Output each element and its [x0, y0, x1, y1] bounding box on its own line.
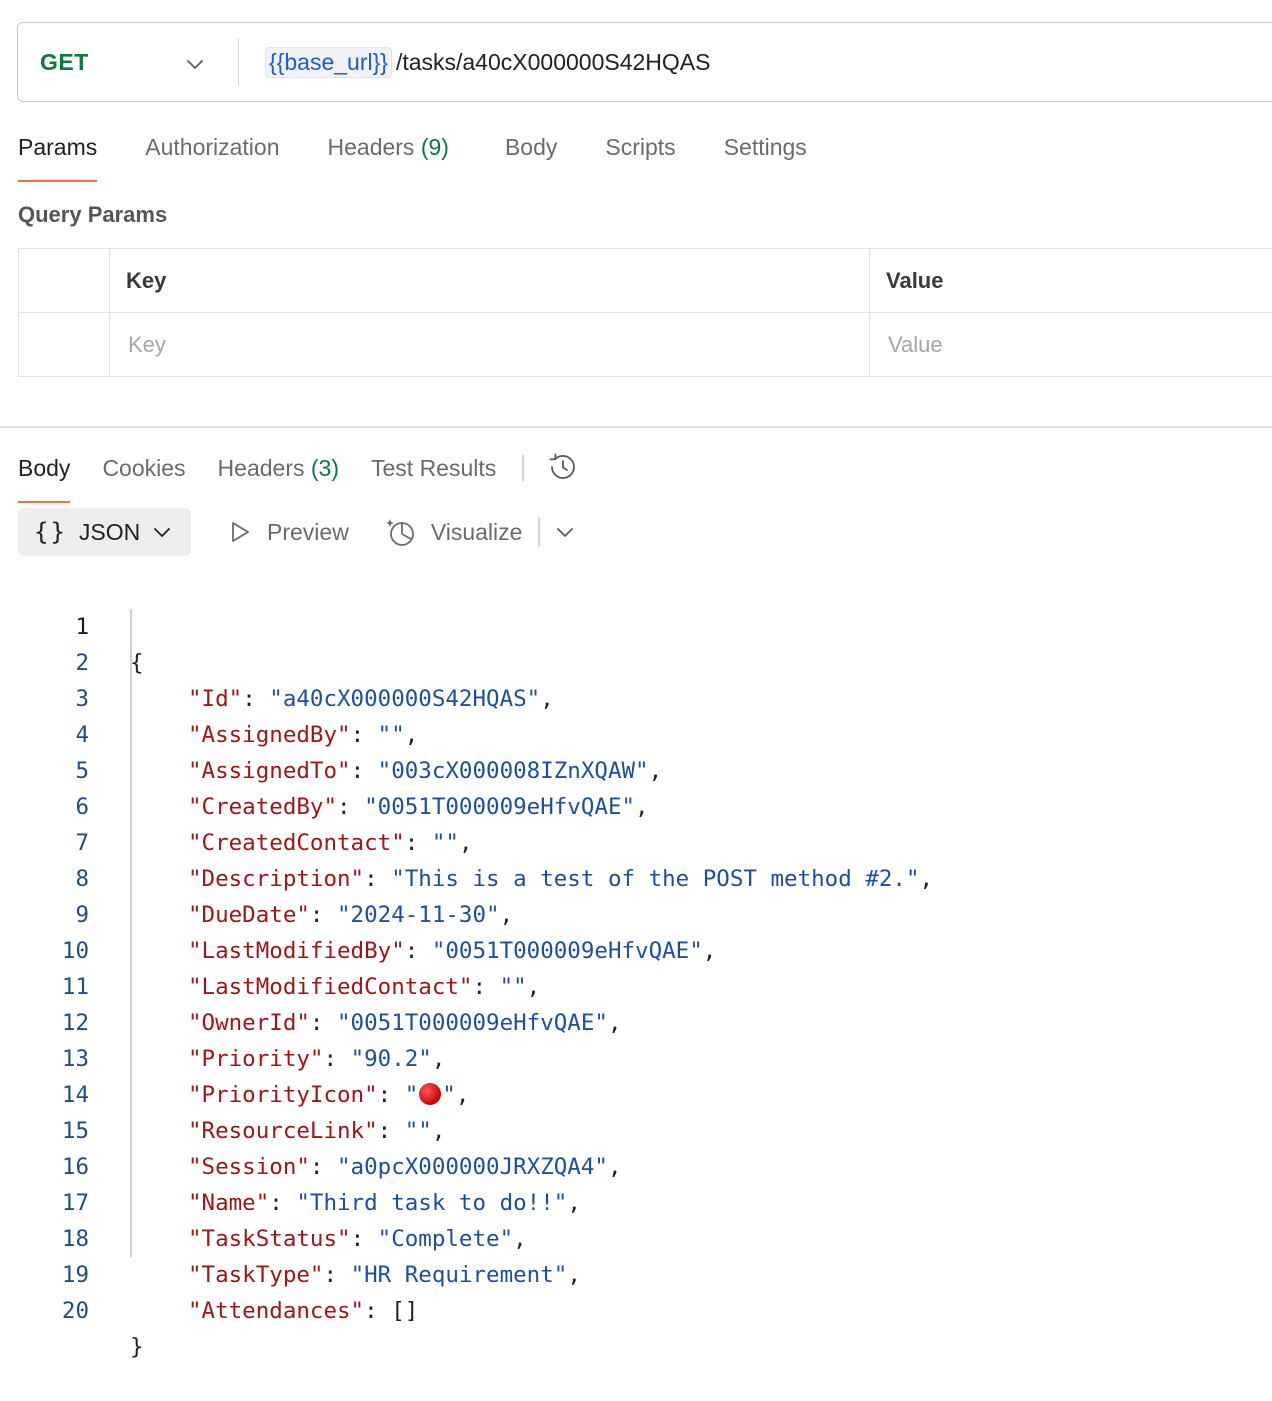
- json-value: []: [391, 1298, 418, 1324]
- tab-scripts[interactable]: Scripts: [605, 134, 675, 184]
- tab-label: Body: [18, 455, 70, 481]
- code-line: 19 "Attendances": []: [0, 1221, 1272, 1257]
- history-icon[interactable]: [546, 450, 580, 484]
- table-header-row: Key Value: [19, 249, 1272, 313]
- key-column-header: Key: [110, 249, 870, 313]
- code-line: 9 "LastModifiedBy": "0051T000009eHfvQAE"…: [0, 861, 1272, 897]
- value-column-header: Value: [870, 249, 1272, 313]
- code-line: 5 "CreatedBy": "0051T000009eHfvQAE",: [0, 717, 1272, 753]
- tab-count: (9): [421, 134, 449, 160]
- chevron-down-icon[interactable]: [554, 521, 576, 543]
- tab-label: Scripts: [605, 134, 675, 160]
- tab-label: Authorization: [145, 134, 279, 160]
- panel-divider[interactable]: [0, 426, 1272, 428]
- code-line: 12 "Priority": "90.2",: [0, 969, 1272, 1005]
- code-line: 13 "PriorityIcon": "",: [0, 1005, 1272, 1041]
- chevron-down-icon: [152, 522, 172, 542]
- url-input[interactable]: {{base_url}} /tasks/a40cX000000S42HQAS: [239, 47, 711, 78]
- request-tabs: Params Authorization Headers (9) Body Sc…: [18, 134, 855, 184]
- code-line: 1 {: [0, 573, 1272, 609]
- tab-label: Cookies: [102, 455, 185, 481]
- json-key: "Attendances": [188, 1298, 364, 1324]
- url-path: /tasks/a40cX000000S42HQAS: [396, 49, 711, 76]
- code-line: 15 "Session": "a0pcX000000JRXZQA4",: [0, 1077, 1272, 1113]
- tab-settings[interactable]: Settings: [724, 134, 807, 184]
- preview-label: Preview: [267, 519, 349, 546]
- method-selector[interactable]: GET: [18, 23, 238, 101]
- tab-label: Test Results: [371, 455, 496, 481]
- code-line: 14 "ResourceLink": "",: [0, 1041, 1272, 1077]
- tab-authorization[interactable]: Authorization: [145, 134, 279, 184]
- query-params-table: Key Value Key Value: [18, 248, 1272, 377]
- code-line: 16 "Name": "Third task to do!!",: [0, 1113, 1272, 1149]
- tab-cookies[interactable]: Cookies: [102, 455, 185, 482]
- code-line: 18 "TaskType": "HR Requirement",: [0, 1185, 1272, 1221]
- tab-label: Headers: [328, 134, 415, 160]
- toolbar-separator: [538, 517, 540, 547]
- url-variable-token[interactable]: {{base_url}}: [265, 47, 392, 78]
- chevron-down-icon: [184, 53, 206, 75]
- tab-body[interactable]: Body: [505, 134, 557, 184]
- code-line: 3 "AssignedBy": "",: [0, 645, 1272, 681]
- code-line: 8 "DueDate": "2024-11-30",: [0, 825, 1272, 861]
- tab-count: (3): [311, 455, 339, 481]
- response-toolbar: {} JSON Preview Visualize: [18, 508, 576, 556]
- tab-response-headers[interactable]: Headers (3): [218, 455, 339, 482]
- method-label: GET: [40, 49, 89, 76]
- value-input[interactable]: Value: [870, 313, 1272, 377]
- visualize-button[interactable]: Visualize: [385, 516, 523, 548]
- json-close-brace: }: [130, 1329, 144, 1365]
- tab-label: Settings: [724, 134, 807, 160]
- table-row: Key Value: [19, 313, 1272, 377]
- code-line: 11 "OwnerId": "0051T000009eHfvQAE",: [0, 933, 1272, 969]
- tab-headers[interactable]: Headers (9): [328, 134, 449, 184]
- tab-label: Headers: [218, 455, 305, 481]
- checkbox-column-header: [19, 249, 110, 313]
- code-line: 6 "CreatedContact": "",: [0, 753, 1272, 789]
- visualize-label: Visualize: [431, 519, 523, 546]
- braces-icon: {}: [34, 518, 67, 546]
- line-number: 20: [29, 1293, 89, 1329]
- query-params-title: Query Params: [18, 202, 167, 228]
- code-line: 2 "Id": "a40cX000000S42HQAS",: [0, 609, 1272, 645]
- code-line: 20 }: [0, 1257, 1272, 1293]
- response-tabs: Body Cookies Headers (3) Test Results: [18, 443, 580, 493]
- play-icon: [227, 519, 253, 545]
- tab-label: Body: [505, 134, 557, 160]
- request-url-bar: GET {{base_url}} /tasks/a40cX000000S42HQ…: [17, 22, 1272, 102]
- visualize-icon: [385, 516, 417, 548]
- tab-separator: [522, 455, 524, 481]
- response-body-code[interactable]: 1 { 2 "Id": "a40cX000000S42HQAS", 3 "Ass…: [0, 573, 1272, 1293]
- tab-test-results[interactable]: Test Results: [371, 455, 496, 482]
- code-line: 17 "TaskStatus": "Complete",: [0, 1149, 1272, 1185]
- format-label: JSON: [79, 519, 140, 546]
- row-checkbox-cell: [19, 313, 110, 377]
- format-dropdown[interactable]: {} JSON: [18, 508, 191, 556]
- key-input[interactable]: Key: [110, 313, 870, 377]
- tab-params[interactable]: Params: [18, 134, 97, 184]
- preview-button[interactable]: Preview: [227, 519, 349, 546]
- tab-label: Params: [18, 134, 97, 160]
- code-line: 10 "LastModifiedContact": "",: [0, 897, 1272, 933]
- code-line: 4 "AssignedTo": "003cX000008IZnXQAW",: [0, 681, 1272, 717]
- tab-response-body[interactable]: Body: [18, 455, 70, 482]
- code-line: 7 "Description": "This is a test of the …: [0, 789, 1272, 825]
